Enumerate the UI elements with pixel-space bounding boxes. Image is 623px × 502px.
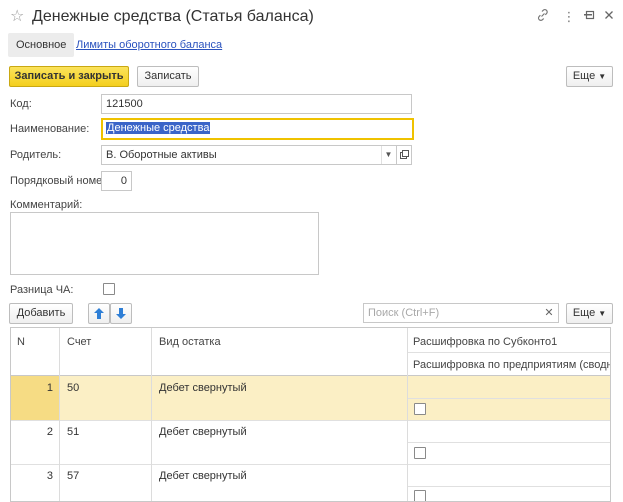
row-divider [11, 420, 610, 421]
clear-search-icon[interactable]: ✕ [542, 306, 556, 320]
header-divider [407, 352, 610, 353]
cell-n: 2 [46, 426, 53, 438]
cell-balance-type: Дебет свернутый [159, 382, 247, 394]
close-icon[interactable] [600, 8, 618, 26]
chevron-down-icon: ▼ [598, 72, 607, 81]
column-header-balance-type[interactable]: Вид остатка [159, 335, 221, 349]
cell-account: 57 [67, 470, 80, 482]
order-number-field[interactable]: 0 [101, 171, 132, 191]
favorite-star-icon[interactable]: ☆ [10, 8, 28, 26]
code-label: Код: [10, 98, 32, 110]
chevron-down-icon: ▼ [598, 309, 607, 318]
name-field-value: Денежные средства [106, 122, 211, 134]
more-button[interactable]: Еще ▼ [566, 66, 613, 87]
diff-cha-checkbox[interactable] [103, 283, 115, 295]
row-divider [407, 486, 610, 487]
order-number-label: Порядковый номер: [10, 175, 112, 187]
arrow-down-icon [116, 308, 126, 319]
parent-label: Родитель: [10, 149, 62, 161]
window-title: Денежные средства (Статья баланса) [32, 8, 314, 25]
row-divider [407, 398, 610, 399]
search-input[interactable]: Поиск (Ctrl+F) [363, 303, 559, 323]
more-vertical-icon[interactable]: ⋮ [560, 8, 578, 26]
link-icon[interactable] [534, 8, 552, 26]
save-button[interactable]: Записать [137, 66, 199, 87]
move-up-button[interactable] [88, 303, 110, 324]
column-header-subconto[interactable]: Расшифровка по Субконто1 [413, 335, 557, 349]
comment-label: Комментарий: [10, 199, 83, 211]
column-header-enterprises[interactable]: Расшифровка по предприятиям (сводный) [413, 358, 610, 372]
code-field[interactable]: 121500 [101, 94, 412, 114]
cell-account: 51 [67, 426, 80, 438]
cell-n: 1 [46, 382, 53, 394]
comment-textarea[interactable] [10, 212, 319, 275]
name-label: Наименование: [10, 123, 90, 135]
parent-field-value: В. Оборотные активы [106, 149, 217, 161]
name-field[interactable]: Денежные средства [101, 118, 414, 140]
table-more-button[interactable]: Еще ▼ [566, 303, 613, 324]
table-more-label: Еще [572, 307, 596, 319]
column-divider [151, 328, 152, 501]
cell-n: 3 [46, 470, 53, 482]
cell-balance-type: Дебет свернутый [159, 470, 247, 482]
move-down-button[interactable] [110, 303, 132, 324]
enterprises-checkbox[interactable] [414, 403, 426, 415]
more-button-label: Еще [572, 70, 596, 82]
enterprises-checkbox[interactable] [414, 490, 426, 501]
cell-account: 50 [67, 382, 80, 394]
add-button[interactable]: Добавить [9, 303, 73, 324]
save-and-close-button[interactable]: Записать и закрыть [9, 66, 129, 87]
row-divider [11, 464, 610, 465]
row-divider [407, 442, 610, 443]
maximize-icon[interactable] [581, 8, 599, 26]
open-icon[interactable] [396, 146, 411, 164]
tab-main[interactable]: Основное [8, 33, 75, 57]
dropdown-arrow-icon[interactable]: ▼ [381, 146, 395, 164]
column-header-n[interactable]: N [17, 335, 25, 349]
column-divider [59, 328, 60, 501]
enterprises-checkbox[interactable] [414, 447, 426, 459]
column-header-account[interactable]: Счет [67, 335, 91, 349]
column-divider [407, 328, 408, 501]
accounts-table: N Счет Вид остатка Расшифровка по Субкон… [10, 327, 611, 502]
diff-cha-label: Разница ЧА: [10, 284, 74, 296]
parent-field[interactable]: В. Оборотные активы ▼ [101, 145, 412, 165]
tab-working-balance-limits[interactable]: Лимиты оборотного баланса [76, 33, 222, 57]
cell-balance-type: Дебет свернутый [159, 426, 247, 438]
arrow-up-icon [94, 308, 104, 319]
